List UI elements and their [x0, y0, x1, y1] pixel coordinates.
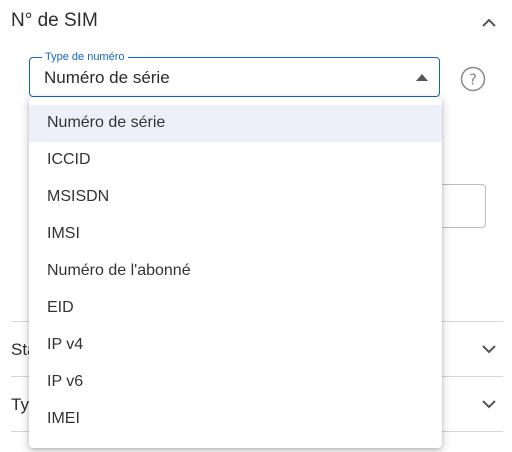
menu-item-label: Numéro de l'abonné — [47, 262, 191, 279]
number-type-select[interactable]: Type de numéro Numéro de série — [29, 50, 440, 97]
number-type-value: Numéro de série — [44, 68, 170, 87]
number-input-field[interactable] — [440, 184, 486, 228]
menu-item-label: IP v4 — [47, 336, 84, 353]
menu-item-label: Numéro de série — [47, 114, 166, 131]
chevron-down-icon[interactable] — [478, 338, 500, 360]
menu-item-label: MSISDN — [47, 188, 110, 205]
menu-item-ipv6[interactable]: IP v6 — [29, 364, 442, 401]
menu-item-label: IMEI — [47, 410, 80, 427]
number-type-dropdown-menu: Numéro de série ICCID MSISDN IMSI Numéro… — [29, 97, 442, 448]
menu-item-eid[interactable]: EID — [29, 290, 442, 327]
svg-text:?: ? — [469, 71, 477, 89]
section-title: N° de SIM — [11, 10, 98, 31]
accordion-type-label: Ty — [11, 395, 29, 414]
menu-item-ipv4[interactable]: IP v4 — [29, 327, 442, 364]
number-type-label: Type de numéro — [42, 50, 128, 64]
chevron-down-icon[interactable] — [478, 393, 500, 415]
help-icon[interactable]: ? — [460, 66, 486, 92]
caret-up-icon[interactable] — [416, 74, 428, 81]
menu-item-label: IP v6 — [47, 373, 84, 390]
chevron-up-icon[interactable] — [478, 12, 500, 34]
menu-item-label: EID — [47, 299, 74, 316]
menu-item-label: IMSI — [47, 225, 80, 242]
sim-number-section-header: N° de SIM — [0, 0, 512, 44]
menu-item-subscriber-number[interactable]: Numéro de l'abonné — [29, 253, 442, 290]
menu-item-iccid[interactable]: ICCID — [29, 142, 442, 179]
menu-item-label: ICCID — [47, 151, 91, 168]
menu-item-imsi[interactable]: IMSI — [29, 216, 442, 253]
menu-item-msisdn[interactable]: MSISDN — [29, 179, 442, 216]
menu-item-serial-number[interactable]: Numéro de série — [29, 105, 442, 142]
menu-item-imei[interactable]: IMEI — [29, 401, 442, 438]
